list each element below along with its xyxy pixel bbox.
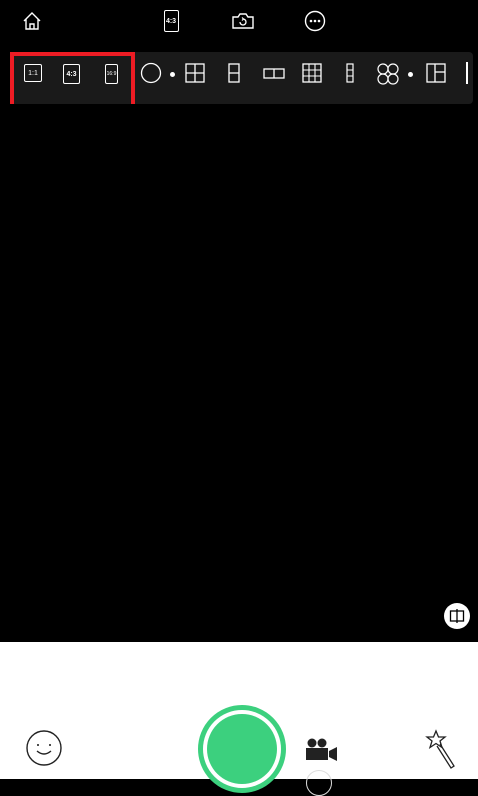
switch-camera-icon (232, 13, 254, 29)
selection-highlight (10, 52, 135, 112)
face-icon (26, 730, 62, 766)
camera-viewfinder[interactable] (0, 104, 478, 642)
separator-dot (408, 72, 413, 77)
magic-effects-button[interactable] (424, 728, 458, 770)
layout-circle-icon[interactable] (140, 62, 162, 84)
aspect-ratio-button[interactable]: 4:3 (156, 6, 186, 36)
video-camera-icon (306, 738, 337, 761)
layout-grid-3x3-icon[interactable] (301, 62, 323, 84)
separator-dot (170, 72, 175, 77)
layout-vertical-split-icon[interactable] (226, 62, 242, 84)
layout-horizontal-split-icon[interactable] (262, 62, 286, 84)
layout-more-edge (466, 62, 468, 84)
more-icon (304, 10, 326, 32)
shutter-button[interactable] (198, 705, 286, 793)
home-icon (23, 12, 41, 30)
video-mode-button[interactable] (302, 736, 342, 764)
mode-indicator-circle (306, 770, 332, 796)
magic-wand-icon (425, 729, 455, 769)
aspect-ratio-icon: 4:3 (163, 10, 179, 32)
layout-strip-icon[interactable] (343, 62, 357, 84)
split-view-button[interactable] (444, 603, 470, 629)
shutter-inner (207, 714, 277, 784)
layout-four-circles-icon[interactable] (376, 62, 400, 86)
split-view-icon (449, 609, 465, 623)
face-filter-button[interactable] (24, 728, 64, 768)
layout-grid-offset-icon[interactable] (425, 62, 447, 84)
switch-camera-button[interactable] (228, 6, 258, 36)
layout-grid-2x2-icon[interactable] (184, 62, 206, 84)
home-button[interactable] (17, 6, 47, 36)
more-button[interactable] (300, 6, 330, 36)
top-bar: 4:3 (0, 0, 478, 48)
